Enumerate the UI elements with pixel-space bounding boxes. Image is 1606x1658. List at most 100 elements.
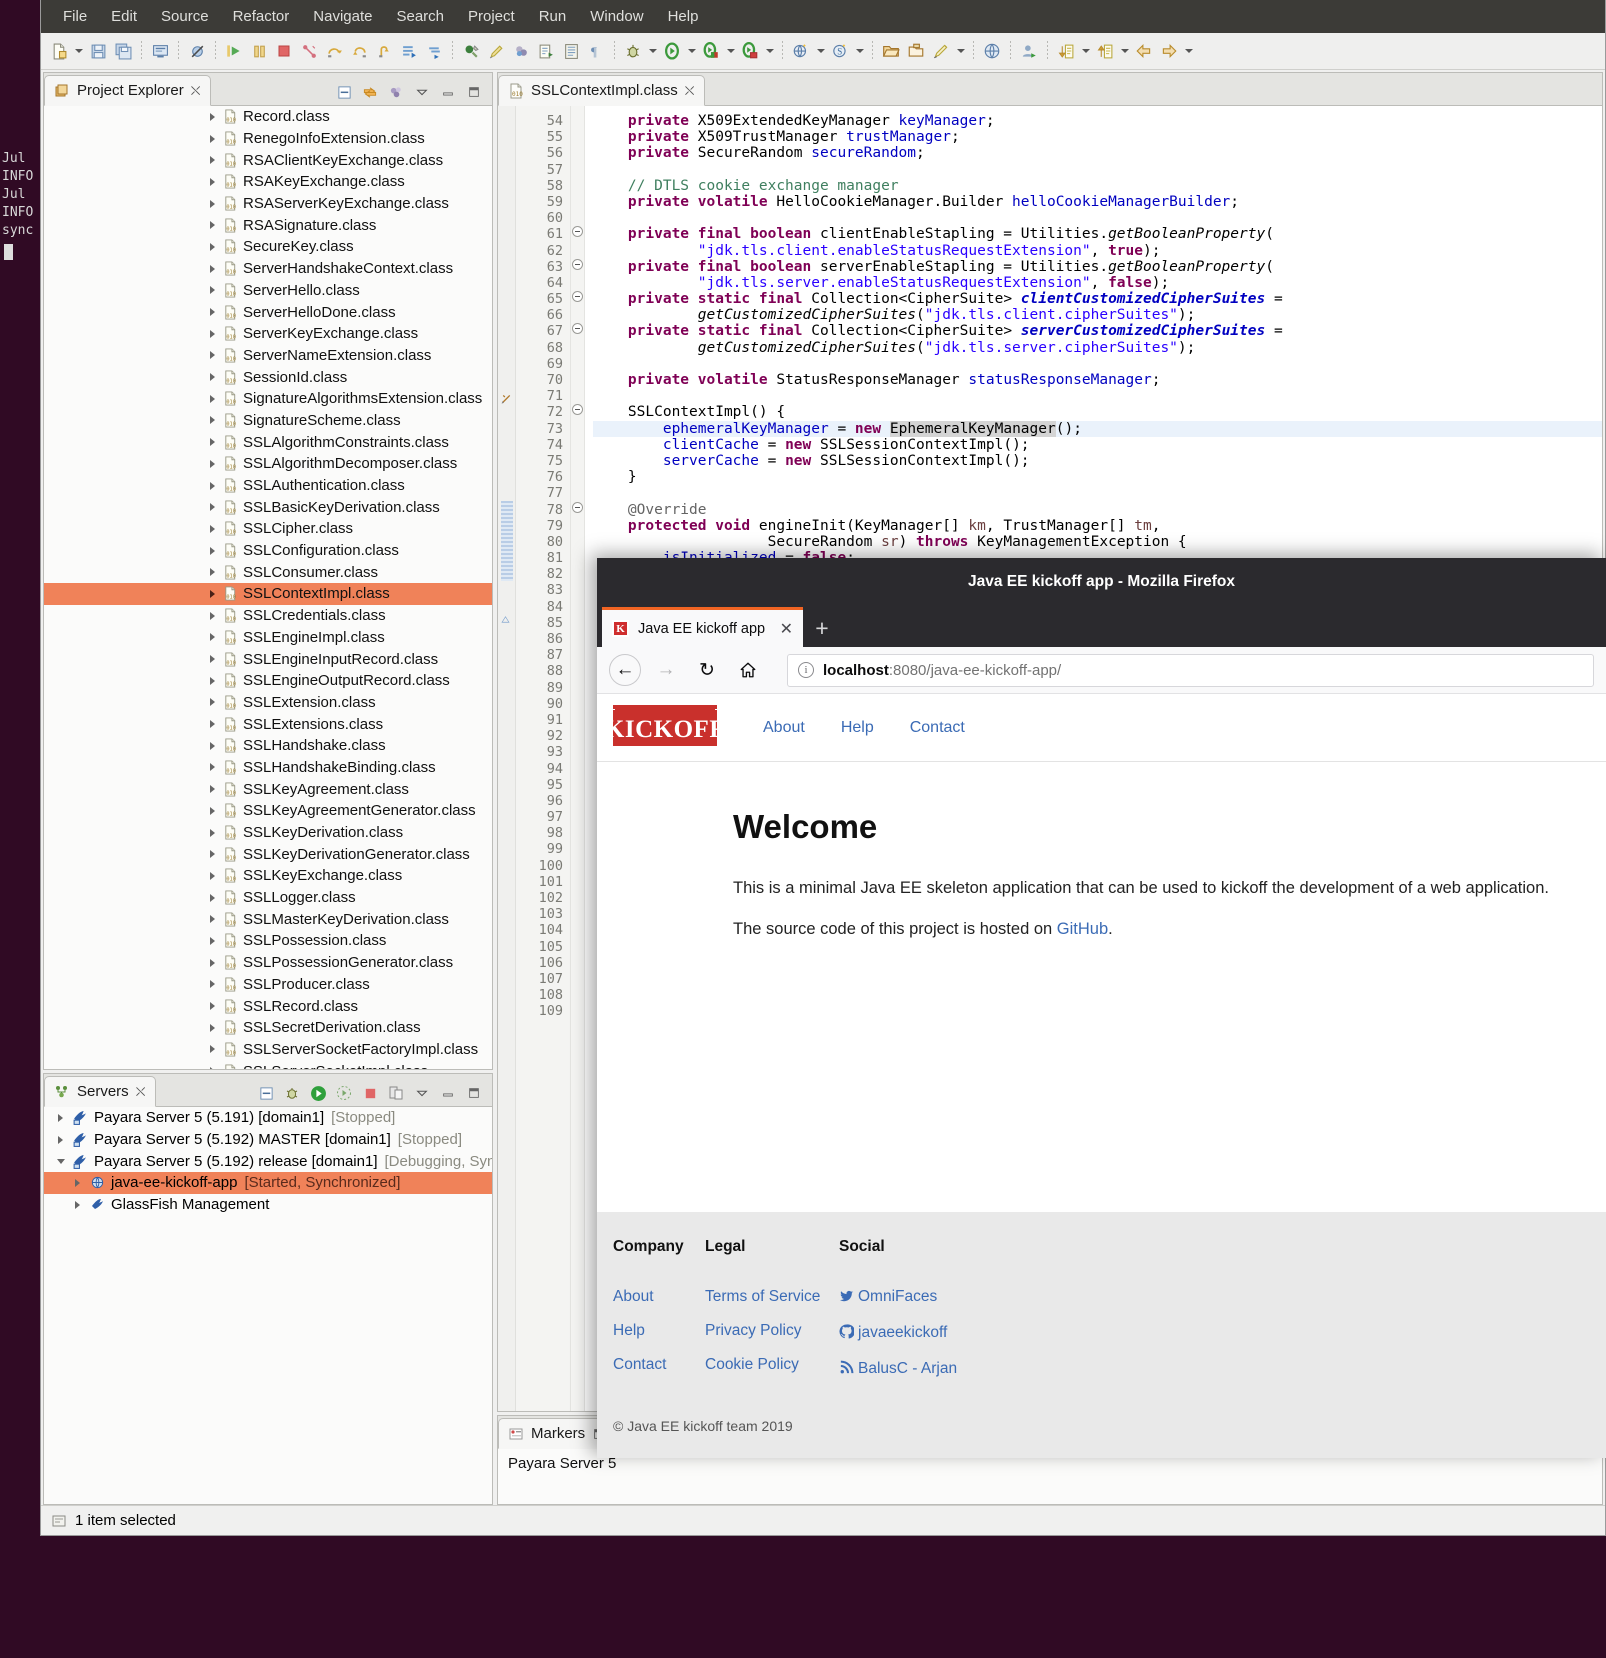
expand-arrow-icon[interactable] [204,677,220,685]
site-nav-about[interactable]: About [763,719,805,737]
collapse-all-icon[interactable] [332,81,356,103]
start-server-icon[interactable] [306,1082,330,1104]
browser-tab[interactable]: K Java EE kickoff app ✕ [602,607,803,647]
expand-arrow-icon[interactable] [204,807,220,815]
export-icon[interactable] [534,39,558,63]
footer-link-balusc-arjan[interactable]: BalusC - Arjan [839,1360,931,1380]
tree-item[interactable]: 010SSLConfiguration.class [44,540,492,562]
server-item-selected[interactable]: java-ee-kickoff-app[Started, Synchronize… [44,1172,492,1194]
expand-arrow-icon[interactable] [52,1159,69,1164]
collapse-icon[interactable] [572,226,583,237]
forward-button[interactable]: → [650,654,682,686]
stop-server-icon[interactable] [358,1082,382,1104]
expand-arrow-icon[interactable] [204,373,220,381]
search-dollar-icon[interactable]: S [828,39,852,63]
code-line[interactable]: private volatile HelloCookieManager.Buil… [593,194,1602,210]
fold-toggle[interactable] [571,323,584,339]
expand-arrow-icon[interactable] [52,1114,69,1122]
expand-arrow-icon[interactable] [204,265,220,273]
tree-item[interactable]: 010Record.class [44,106,492,128]
next-annotation-icon[interactable] [1054,39,1078,63]
menu-run[interactable]: Run [529,4,577,29]
drop-to-frame-icon[interactable] [422,39,446,63]
back-icon[interactable] [1132,39,1156,63]
code-line[interactable]: getCustomizedCipherSuites("jdk.tls.serve… [593,340,1602,356]
tree-item[interactable]: 010ServerNameExtension.class [44,345,492,367]
expand-arrow-icon[interactable] [204,438,220,446]
fold-toggle[interactable] [571,291,584,307]
expand-arrow-icon[interactable] [204,937,220,945]
tree-item[interactable]: 010SSLKeyDerivationGenerator.class [44,843,492,865]
code-line[interactable]: } [593,469,1602,485]
coverage-dropdown-arrow[interactable] [763,39,776,63]
new-file-icon[interactable] [47,39,71,63]
code-line[interactable]: serverCache = new SSLSessionContextImpl(… [593,453,1602,469]
tree-item[interactable]: 010SignatureScheme.class [44,410,492,432]
expand-arrow-icon[interactable] [204,980,220,988]
disconnect-icon[interactable] [297,39,321,63]
collapse-icon[interactable] [572,404,583,415]
maximize-icon[interactable] [462,81,486,103]
site-nav-help[interactable]: Help [841,719,874,737]
expand-arrow-icon[interactable] [204,395,220,403]
server-item[interactable]: Payara Server 5 (5.192) release [domain1… [44,1150,492,1172]
tree-item[interactable]: 010SSLAuthentication.class [44,475,492,497]
expand-arrow-icon[interactable] [204,482,220,490]
skip-breakpoints-icon[interactable] [185,39,209,63]
view-menu-chevron-icon[interactable] [410,81,434,103]
tab-servers[interactable]: Servers ⛌ [44,1076,156,1107]
pause-icon[interactable] [247,39,271,63]
tree-item[interactable]: 010SSLConsumer.class [44,561,492,583]
code-line[interactable]: clientCache = new SSLSessionContextImpl(… [593,437,1602,453]
pilcrow-icon[interactable]: ¶ [584,39,608,63]
code-line[interactable]: getCustomizedCipherSuites("jdk.tls.clien… [593,307,1602,323]
footer-link-cookie-policy[interactable]: Cookie Policy [705,1356,839,1374]
menu-project[interactable]: Project [458,4,525,29]
menu-file[interactable]: File [53,4,97,29]
next-dropdown-arrow[interactable] [1079,39,1092,63]
collapse-icon[interactable] [572,502,583,513]
expand-arrow-icon[interactable] [204,720,220,728]
debug-icon[interactable] [621,39,645,63]
expand-arrow-icon[interactable] [204,503,220,511]
edit-pen-icon[interactable] [929,39,953,63]
expand-arrow-icon[interactable] [69,1201,86,1209]
debug-server-icon[interactable] [280,1082,304,1104]
code-line[interactable]: private static final Collection<CipherSu… [593,291,1602,307]
github-link[interactable]: GitHub [1057,920,1108,938]
tab-project-explorer[interactable]: Project Explorer ⛌ [44,75,211,106]
tree-item[interactable]: 010SSLSecretDerivation.class [44,1017,492,1039]
expand-arrow-icon[interactable] [204,460,220,468]
forward-icon[interactable] [1157,39,1181,63]
expand-arrow-icon[interactable] [204,655,220,663]
expand-arrow-icon[interactable] [204,243,220,251]
view-menu-chevron-icon[interactable] [410,1082,434,1104]
prev-annotation-icon[interactable] [1093,39,1117,63]
fold-toggle[interactable] [571,226,584,242]
minimize-icon[interactable] [436,81,460,103]
profile-icon[interactable] [509,39,533,63]
expand-arrow-icon[interactable] [204,156,220,164]
code-line[interactable]: private SecureRandom secureRandom; [593,145,1602,161]
marker-icon[interactable] [484,39,508,63]
expand-arrow-icon[interactable] [204,286,220,294]
collapse-icon[interactable] [572,323,583,334]
footer-link-about[interactable]: About [613,1288,705,1306]
code-line[interactable] [593,162,1602,178]
expand-arrow-icon[interactable] [204,330,220,338]
site-info-icon[interactable]: i [798,662,814,678]
tree-item[interactable]: 010SSLKeyAgreement.class [44,778,492,800]
code-line[interactable]: private volatile StatusResponseManager s… [593,372,1602,388]
outline-icon[interactable] [559,39,583,63]
tree-item[interactable]: 010RSASignature.class [44,214,492,236]
tree-item[interactable]: 010SSLMasterKeyDerivation.class [44,908,492,930]
close-icon[interactable]: ⛌ [685,83,695,99]
expand-arrow-icon[interactable] [204,894,220,902]
project-explorer-body[interactable]: 010Record.class010RenegoInfoExtension.cl… [44,106,492,1069]
run-as-dropdown-arrow[interactable] [724,39,737,63]
code-line[interactable]: protected void engineInit(KeyManager[] k… [593,518,1602,534]
edit-dropdown-arrow[interactable] [954,39,967,63]
run-dropdown-arrow[interactable] [685,39,698,63]
expand-arrow-icon[interactable] [204,850,220,858]
forward-dropdown-arrow[interactable] [1182,39,1195,63]
